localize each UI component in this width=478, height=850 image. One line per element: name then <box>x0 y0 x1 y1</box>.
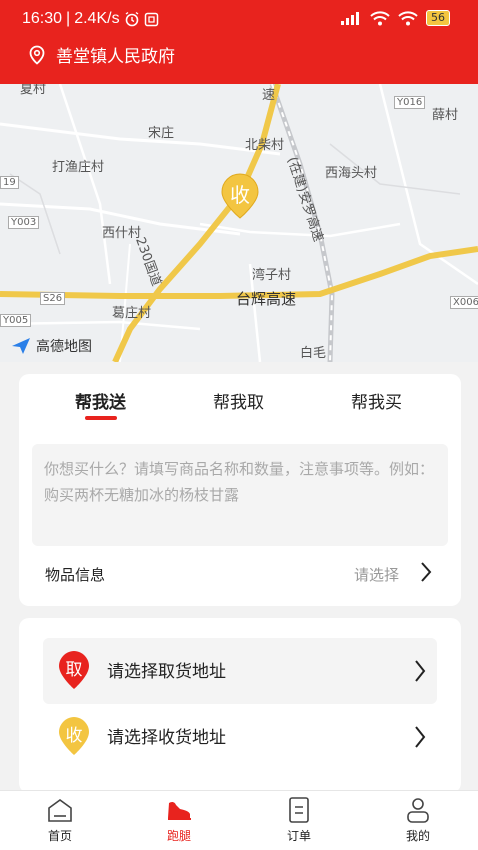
tab-buy[interactable]: 帮我买 <box>351 388 402 413</box>
nav-orders-label: 订单 <box>286 829 311 843</box>
map-brand-text: 高德地图 <box>36 339 92 355</box>
map-label-x006: X006 <box>450 296 478 309</box>
map-label-taihui-highway: 台辉高速 <box>236 290 297 308</box>
status-left: 16:30 | 2.4K/s <box>22 10 159 28</box>
nav-home-label: 首页 <box>47 829 72 843</box>
map-roads <box>0 84 478 362</box>
pickup-pin-label: 取 <box>65 660 83 680</box>
map-view[interactable]: 夏村 宋庄 北柴村 薛村 打渔庄村 西海头村 西什村 湾子村 葛庄村 白毛 台辉… <box>0 84 478 362</box>
tab-pickup[interactable]: 帮我取 <box>213 388 264 413</box>
bottom-navigation: 首页 跑腿 订单 我的 <box>0 790 478 850</box>
errand-shoe-icon <box>168 801 191 820</box>
chevron-right-icon <box>421 562 432 582</box>
nav-profile[interactable]: 我的 <box>383 795 453 844</box>
nav-home[interactable]: 首页 <box>25 795 95 844</box>
map-marker-label: 收 <box>230 183 250 207</box>
delivery-pin: 收 <box>57 715 91 757</box>
signal-icon <box>341 12 359 25</box>
goods-info-row[interactable]: 物品信息 请选择 <box>19 556 461 596</box>
location-selector[interactable]: 善堂镇人民政府 <box>28 42 175 67</box>
map-label-y003: Y003 <box>8 216 40 229</box>
chevron-right-icon <box>415 726 426 748</box>
order-icon <box>289 797 309 823</box>
alarm-icon <box>125 11 138 27</box>
status-time: 16:30 <box>22 10 63 27</box>
battery-indicator: 56 <box>426 10 450 26</box>
active-tab-indicator <box>85 416 117 420</box>
profile-icon <box>407 798 429 823</box>
order-description-input[interactable]: 你想买什么？请填写商品名称和数量，注意事项等。例如：购买两杯无糖加冰的杨枝甘露 <box>32 444 448 546</box>
location-pin-icon <box>29 45 45 65</box>
status-separator: | <box>66 10 71 27</box>
nav-profile-label: 我的 <box>405 829 430 843</box>
order-card: 帮我送 帮我取 帮我买 你想买什么？请填写商品名称和数量，注意事项等。例如：购买… <box>19 374 461 606</box>
map-label-songzhuang: 宋庄 <box>148 126 175 141</box>
map-brand: 高德地图 <box>10 336 92 356</box>
location-text: 善堂镇人民政府 <box>56 47 175 67</box>
map-label-top-edge: 夏村 <box>20 84 47 97</box>
delivery-address-row[interactable]: 收 请选择收货地址 <box>43 704 437 770</box>
map-label-dayuzhuangcun: 打渔庄村 <box>52 160 105 175</box>
chevron-right-icon <box>415 660 426 682</box>
status-network-speed: 2.4K/s <box>74 10 120 27</box>
nav-errand[interactable]: 跑腿 <box>144 795 214 844</box>
tab-send[interactable]: 帮我送 <box>75 388 126 413</box>
delivery-pin-label: 收 <box>65 726 83 746</box>
address-card: 取 请选择取货地址 收 请选择收货地址 <box>19 618 461 793</box>
map-label-edge-suo: 速 <box>262 88 276 103</box>
wifi-icon-2 <box>398 10 418 25</box>
map-label-edge-19: 19 <box>0 176 19 189</box>
map-delivery-marker[interactable]: 收 <box>220 172 260 220</box>
map-label-xihaitoucun: 西海头村 <box>325 166 378 181</box>
goods-info-label: 物品信息 <box>45 566 106 584</box>
map-label-wanzicun: 湾子村 <box>252 268 292 283</box>
map-label-y005: Y005 <box>0 314 32 327</box>
top-bar: 16:30 | 2.4K/s 56 善堂镇人民政府 <box>0 0 478 84</box>
map-label-beichaicun: 北柴村 <box>245 138 285 153</box>
map-label-y016: Y016 <box>394 96 426 109</box>
pickup-address-row[interactable]: 取 请选择取货地址 <box>43 638 437 704</box>
order-tabs: 帮我送 帮我取 帮我买 <box>19 374 461 434</box>
status-right: 56 <box>340 10 450 26</box>
delivery-address-label: 请选择收货地址 <box>107 728 226 748</box>
pickup-address-label: 请选择取货地址 <box>107 662 226 682</box>
map-label-s26: S26 <box>40 292 66 305</box>
home-icon <box>48 799 72 822</box>
nav-errand-label: 跑腿 <box>166 829 191 843</box>
map-label-baimao: 白毛 <box>300 346 327 361</box>
goods-info-value: 请选择 <box>353 566 399 584</box>
map-label-xuecun: 薛村 <box>432 108 459 123</box>
nav-orders[interactable]: 订单 <box>264 795 334 844</box>
pickup-pin: 取 <box>57 649 91 691</box>
app-notification-icon <box>144 12 158 26</box>
status-bar: 16:30 | 2.4K/s 56 <box>0 0 478 40</box>
wifi-icon <box>370 10 390 25</box>
amap-logo-icon <box>12 338 30 354</box>
map-label-gezhuangcun: 葛庄村 <box>112 306 152 321</box>
